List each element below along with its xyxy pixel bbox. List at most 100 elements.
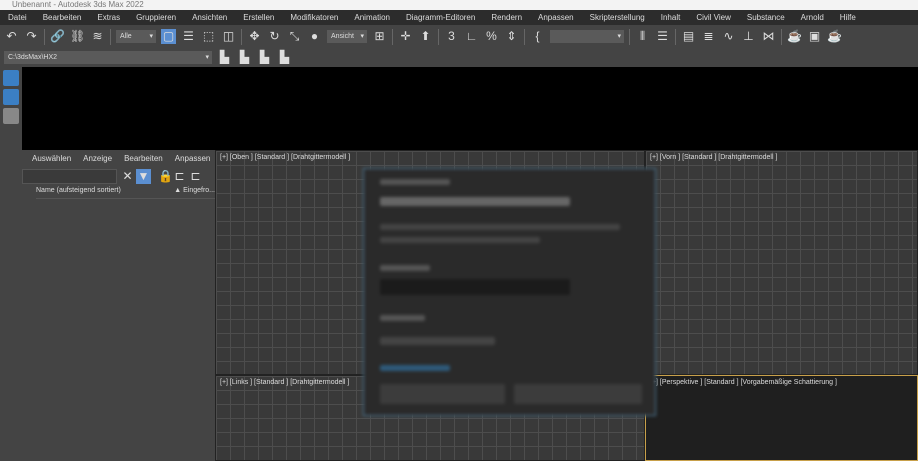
align-icon[interactable]: ☰ (655, 29, 670, 44)
redo-icon[interactable]: ↷ (24, 29, 39, 44)
scene-column-header: Name (aufsteigend sortiert) ▲ Eingefro..… (36, 187, 215, 199)
scene-explorer: Auswählen Anzeige Bearbeiten Anpassen ✕ ▼ 🔒… (22, 150, 215, 461)
menu-item[interactable]: Arnold (793, 13, 832, 22)
mirror-icon[interactable]: ⫴ (635, 29, 650, 44)
modify-icon[interactable] (3, 89, 19, 105)
unlink-icon[interactable]: ⛓ (70, 29, 85, 44)
separator (781, 28, 782, 45)
blurred-input[interactable] (380, 279, 570, 295)
layer-view-icon[interactable]: ⊏ (188, 169, 203, 184)
menu-item[interactable]: Ansichten (184, 13, 235, 22)
percent-snap-icon[interactable]: % (484, 29, 499, 44)
blurred-cancel-button[interactable] (514, 384, 642, 404)
menu-item[interactable]: Erstellen (235, 13, 282, 22)
create-icon[interactable] (3, 70, 19, 86)
separator (524, 28, 525, 45)
pivot-center-icon[interactable]: ⊞ (372, 29, 387, 44)
menu-item[interactable]: Animation (346, 13, 398, 22)
separator (110, 28, 111, 45)
menu-item[interactable]: Rendern (483, 13, 530, 22)
title-bar: Unbenannt - Autodesk 3ds Max 2022 (0, 0, 918, 10)
menu-item[interactable]: Anpassen (530, 13, 582, 22)
project-settings-icon[interactable]: ▙ (217, 50, 232, 65)
snap-toggle-icon[interactable]: 3 (444, 29, 459, 44)
viewport-label[interactable]: [+] [Oben ] [Standard ] [Drahtgittermode… (220, 154, 350, 161)
scene-search-input[interactable] (22, 169, 117, 184)
move-icon[interactable]: ✥ (247, 29, 262, 44)
manipulate-icon[interactable]: ✛ (398, 29, 413, 44)
rotate-icon[interactable]: ↻ (267, 29, 282, 44)
project-structure-icon[interactable]: ▙ (277, 50, 292, 65)
separator (629, 28, 630, 45)
place-icon[interactable]: ● (307, 29, 322, 44)
bind-space-warp-icon[interactable]: ≋ (90, 29, 105, 44)
window-crossing-icon[interactable]: ◫ (221, 29, 236, 44)
scene-explorer-menu: Auswählen Anzeige Bearbeiten Anpassen (22, 150, 215, 163)
angle-snap-icon[interactable]: ∟ (464, 29, 479, 44)
scene-menu-item[interactable]: Bearbeiten (124, 154, 163, 163)
menu-item[interactable]: Substance (739, 13, 793, 22)
blurred-ok-button[interactable] (380, 384, 505, 404)
scene-explorer-icon[interactable]: ▤ (681, 29, 696, 44)
link-icon[interactable]: 🔗 (50, 29, 65, 44)
curve-editor-icon[interactable]: ∿ (721, 29, 736, 44)
hierarchy-icon[interactable] (3, 108, 19, 124)
render-production-icon[interactable]: ☕ (827, 29, 842, 44)
edit-named-selection-icon[interactable]: { (530, 29, 545, 44)
rendered-frame-window-icon[interactable]: ▣ (807, 29, 822, 44)
named-selection-dropdown[interactable] (550, 30, 624, 43)
column-name[interactable]: Name (aufsteigend sortiert) (36, 187, 121, 198)
menu-bar: Datei Bearbeiten Extras Gruppieren Ansichten… (0, 10, 918, 25)
separator (438, 28, 439, 45)
select-by-name-icon[interactable]: ☰ (181, 29, 196, 44)
menu-item[interactable]: Extras (89, 13, 128, 22)
scene-menu-item[interactable]: Anpassen (175, 154, 211, 163)
blurred-link[interactable] (380, 365, 450, 371)
blurred-dialog (363, 168, 656, 416)
column-frozen[interactable]: ▲ Eingefro... (174, 187, 215, 198)
separator (392, 28, 393, 45)
filter-icon[interactable]: ▼ (136, 169, 151, 184)
blurred-checkbox[interactable] (380, 337, 495, 345)
project-toolbar: C:\3dsMax\HX2 ▙ ▙ ▙ ▙ (0, 48, 918, 67)
scene-menu-item[interactable]: Anzeige (83, 154, 112, 163)
select-object-icon[interactable]: ▢ (161, 29, 176, 44)
lock-icon[interactable]: 🔒 (158, 169, 173, 184)
project-path-dropdown[interactable]: C:\3dsMax\HX2 (4, 51, 212, 64)
menu-item[interactable]: Hilfe (832, 13, 864, 22)
create-project-icon[interactable]: ▙ (257, 50, 272, 65)
viewport-front[interactable]: [+] [Vorn ] [Standard ] [Drahtgittermode… (645, 150, 918, 375)
render-setup-icon[interactable]: ☕ (787, 29, 802, 44)
reference-coordinate-dropdown[interactable]: Ansicht (327, 30, 367, 43)
menu-item[interactable]: Civil View (688, 13, 739, 22)
layer-explorer-icon[interactable]: ≣ (701, 29, 716, 44)
ribbon-area (22, 67, 918, 150)
spinner-snap-icon[interactable]: ⇕ (504, 29, 519, 44)
hierarchy-view-icon[interactable]: ⊏ (172, 169, 187, 184)
clear-search-icon[interactable]: ✕ (120, 169, 135, 184)
scale-icon[interactable]: ⤡ (287, 29, 302, 44)
command-panel-strip (0, 67, 22, 461)
viewport-label[interactable]: [+] [Vorn ] [Standard ] [Drahtgittermode… (650, 154, 777, 161)
schematic-view-icon[interactable]: ⋈ (761, 29, 776, 44)
viewport-label[interactable]: [+] [Perspektive ] [Standard ] [Vorgabem… (650, 379, 837, 386)
selection-filter-dropdown[interactable]: Alle (116, 30, 156, 43)
menu-item[interactable]: Diagramm-Editoren (398, 13, 483, 22)
viewport-label[interactable]: [+] [Links ] [Standard ] [Drahtgittermod… (220, 379, 349, 386)
viewport-perspective[interactable]: [+] [Perspektive ] [Standard ] [Vorgabem… (645, 375, 918, 461)
dope-sheet-icon[interactable]: ⊥ (741, 29, 756, 44)
menu-item[interactable]: Bearbeiten (35, 13, 90, 22)
separator (44, 28, 45, 45)
keyboard-shortcut-icon[interactable]: ⬆ (418, 29, 433, 44)
menu-item[interactable]: Datei (0, 13, 35, 22)
menu-item[interactable]: Gruppieren (128, 13, 184, 22)
undo-icon[interactable]: ↶ (4, 29, 19, 44)
menu-item[interactable]: Skripterstellung (582, 13, 653, 22)
menu-item[interactable]: Modifikatoren (282, 13, 346, 22)
rectangle-selection-icon[interactable]: ⬚ (201, 29, 216, 44)
open-project-icon[interactable]: ▙ (237, 50, 252, 65)
main-toolbar: ↶ ↷ 🔗 ⛓ ≋ Alle ▢ ☰ ⬚ ◫ ✥ ↻ ⤡ ● Ansicht ⊞… (0, 25, 918, 48)
separator (241, 28, 242, 45)
scene-menu-item[interactable]: Auswählen (32, 154, 71, 163)
menu-item[interactable]: Inhalt (653, 13, 689, 22)
